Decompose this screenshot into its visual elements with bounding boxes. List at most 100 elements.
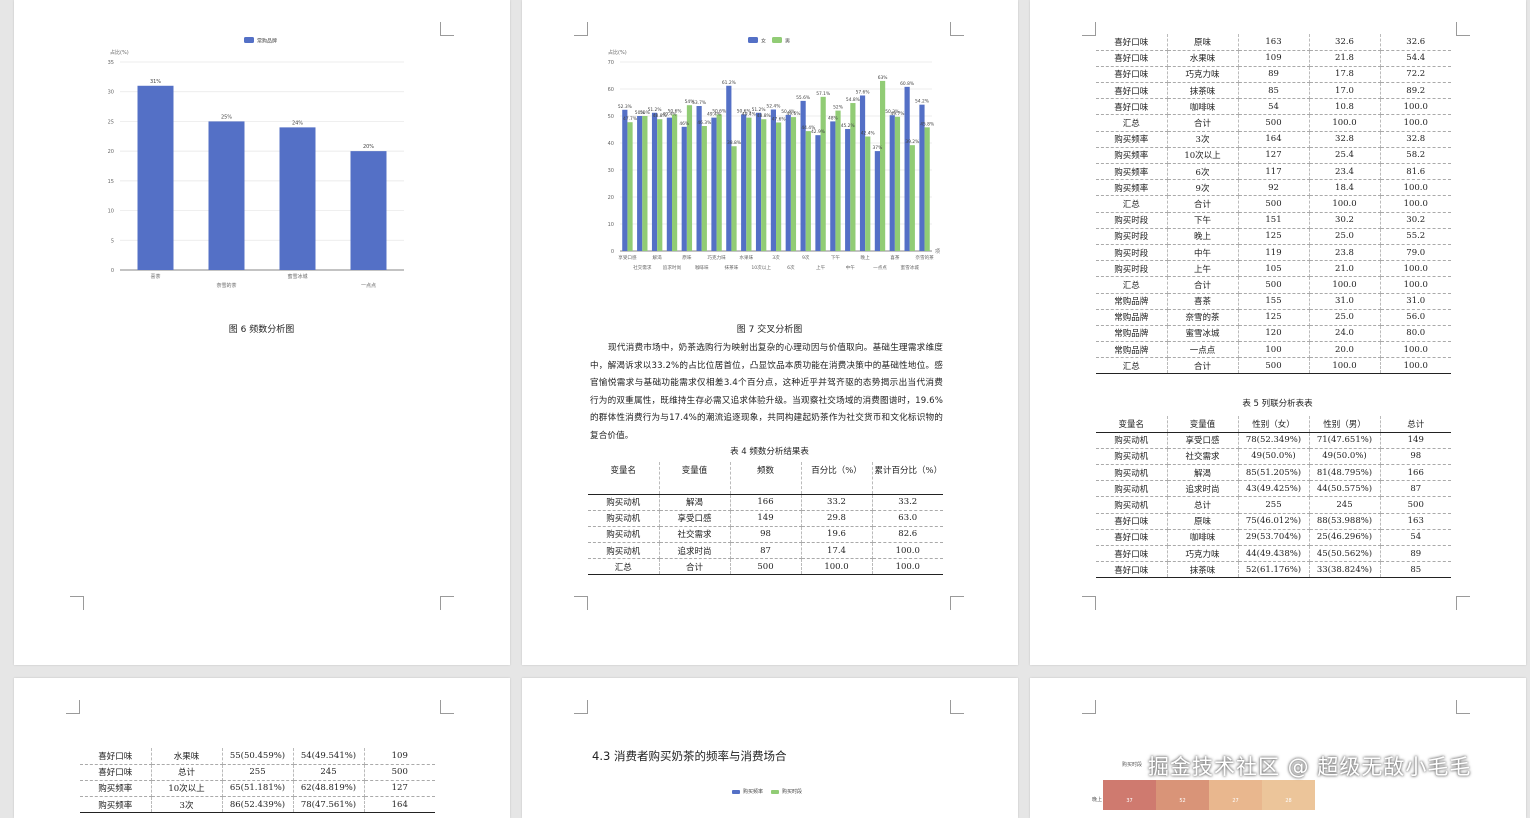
table-cell: 151 [1238,212,1310,229]
page-5: 4.3 消费者购买奶茶的频率与消费场合 购买频率 购买时段 [522,678,1018,818]
x-tick-label: 晚上 [861,254,871,261]
heatmap-cell: 37 [1103,780,1156,810]
page-6: 购买时段 晚上 37 52 27 28 [1030,678,1526,818]
table-cell: 23.4 [1309,163,1381,181]
table-cell: 81(48.795%) [1309,464,1381,482]
table-cell: 49(50.0%) [1309,448,1381,466]
bar-female [800,100,806,251]
table-cell: 45(50.562%) [1309,545,1381,563]
bar-female [622,109,628,251]
table-cell: 88(53.988%) [1309,513,1381,530]
table-cell: 100.0 [1309,276,1381,294]
bar [279,127,316,270]
table-cell: 享受口感 [659,510,731,527]
table-cell: 购买时段 [1096,228,1168,245]
table-cell: 85 [1380,561,1451,579]
crop-mark [950,700,964,714]
crop-mark [1456,700,1470,714]
table-cell: 54(49.541%) [293,748,365,765]
table-cell: 水果味 [1167,50,1239,67]
table-cell: 购买动机 [1096,464,1168,482]
table-cell: 购买时段 [1096,212,1168,229]
table-row: 购买动机 享受口感 149 29.8 63.0 [588,510,943,527]
x-axis-end-label: 项 [935,249,940,255]
table-cell: 购买动机 [588,510,660,527]
table-header-cell: 百分比（%） [801,462,873,495]
table-row: 喜好口味 咖啡味 54 10.8 100.0 [1096,98,1451,116]
table-cell: 100.0 [1380,195,1451,213]
heatmap-row-label-2: 晚上 [1092,797,1103,803]
y-tick-label: 35 [108,60,114,66]
legend-time-label: 购买时段 [782,789,803,795]
x-tick-label: 水果味 [739,254,753,261]
table-cell: 喜好口味 [80,764,152,781]
bar-male [894,116,901,251]
y-tick-label: 20 [608,195,614,201]
table-cell: 89.2 [1380,82,1451,100]
bar-male [686,105,693,251]
legend-label-female: 女 [761,38,766,45]
y-tick-label: 40 [608,141,614,147]
y-tick-label: 20 [108,149,114,155]
table-header-row: 变量名 变量值 频数 百分比（%） 累计百分比（%） [588,462,943,495]
table-cell: 32.8 [1380,131,1451,148]
table-cell: 100.0 [872,558,943,576]
table-cell: 255 [222,764,294,781]
table-cell: 87 [730,542,802,560]
table-cell: 喜茶 [1167,293,1239,310]
table-header-row: 变量名 变量值 性别（女） 性别（男） 总计 [1096,416,1451,433]
bar-female [785,114,791,251]
table-cell: 30.2 [1309,212,1381,229]
bar-male [731,146,737,251]
bar-male [790,117,797,251]
table-header-cell: 性别（女） [1238,416,1310,433]
bar-female [859,95,866,251]
table-cell: 原味 [1167,513,1239,530]
frequency-table-continued: 喜好口味 原味 163 32.6 32.6 喜好口味 水果味 109 21.8 54.4 喜好口味巧… [1096,34,1451,375]
table-cell: 购买频率 [80,780,152,798]
crop-mark [1456,596,1470,610]
table-cell: 汇总 [1096,195,1168,213]
table-row: 购买动机 解渴 166 33.2 33.2 [588,494,943,511]
bar [350,151,387,270]
table-cell: 抹茶味 [1167,561,1239,579]
section-4-3-title: 4.3 消费者购买奶茶的频率与消费场合 [592,749,787,763]
table-cell: 25(46.296%) [1309,529,1381,547]
table-cell: 享受口感 [1167,432,1239,449]
x-tick-label: 下午 [831,254,841,261]
bar-value-label-female: 52.4% [766,104,780,110]
table-cell: 解渴 [1167,464,1239,482]
table-header-cell: 累计百分比（%） [872,462,943,495]
legend-swatch-male [772,37,782,43]
table-cell: 81.6 [1380,163,1451,181]
table-cell: 购买动机 [588,542,660,560]
table-cell: 17.0 [1309,82,1381,100]
y-tick-label: 5 [111,238,114,244]
table-row: 喜好口味 总计 255 245 500 [80,764,435,781]
table-row: 购买动机 总计 255 245 500 [1096,496,1451,514]
bar-value-label-male: 42.4% [861,131,875,137]
table-cell: 购买动机 [588,494,660,511]
bar-male [701,125,707,251]
table-cell: 解渴 [659,494,731,511]
table-cell: 31.0 [1380,293,1451,310]
table-cell: 合计 [1167,195,1239,213]
table-cell: 32.6 [1309,34,1381,51]
frequency-bar-chart: 常购品牌占比(%) 0 5 10 15 20 25 30 35 31% 喜茶 25% 奈雪的茶 24% 蜜雪… [108,37,404,289]
legend-swatch-frequency [732,789,740,794]
table-row: 购买动机 社交需求 49(50.0%) 49(50.0%) 98 [1096,448,1451,466]
table-cell: 19.6 [801,526,873,544]
crop-mark [440,700,454,714]
table-cell: 总计 [151,764,223,781]
table-cell: 25.0 [1309,228,1381,245]
table-cell: 购买频率 [1096,131,1168,148]
table-cell: 社交需求 [659,526,731,544]
table-cell: 购买动机 [1096,480,1168,498]
table-cell: 44(49.438%) [1238,545,1310,563]
table-cell: 89 [1380,545,1451,563]
table-cell: 119 [1238,244,1310,262]
bar [137,85,174,271]
frequency-table: 变量名 变量值 频数 百分比（%） 累计百分比（%） 购买动机 解渴 166 33.2 33.2 购… [588,462,943,576]
bar-female [666,117,672,252]
bar-value-label-male: 45.8% [920,121,934,127]
